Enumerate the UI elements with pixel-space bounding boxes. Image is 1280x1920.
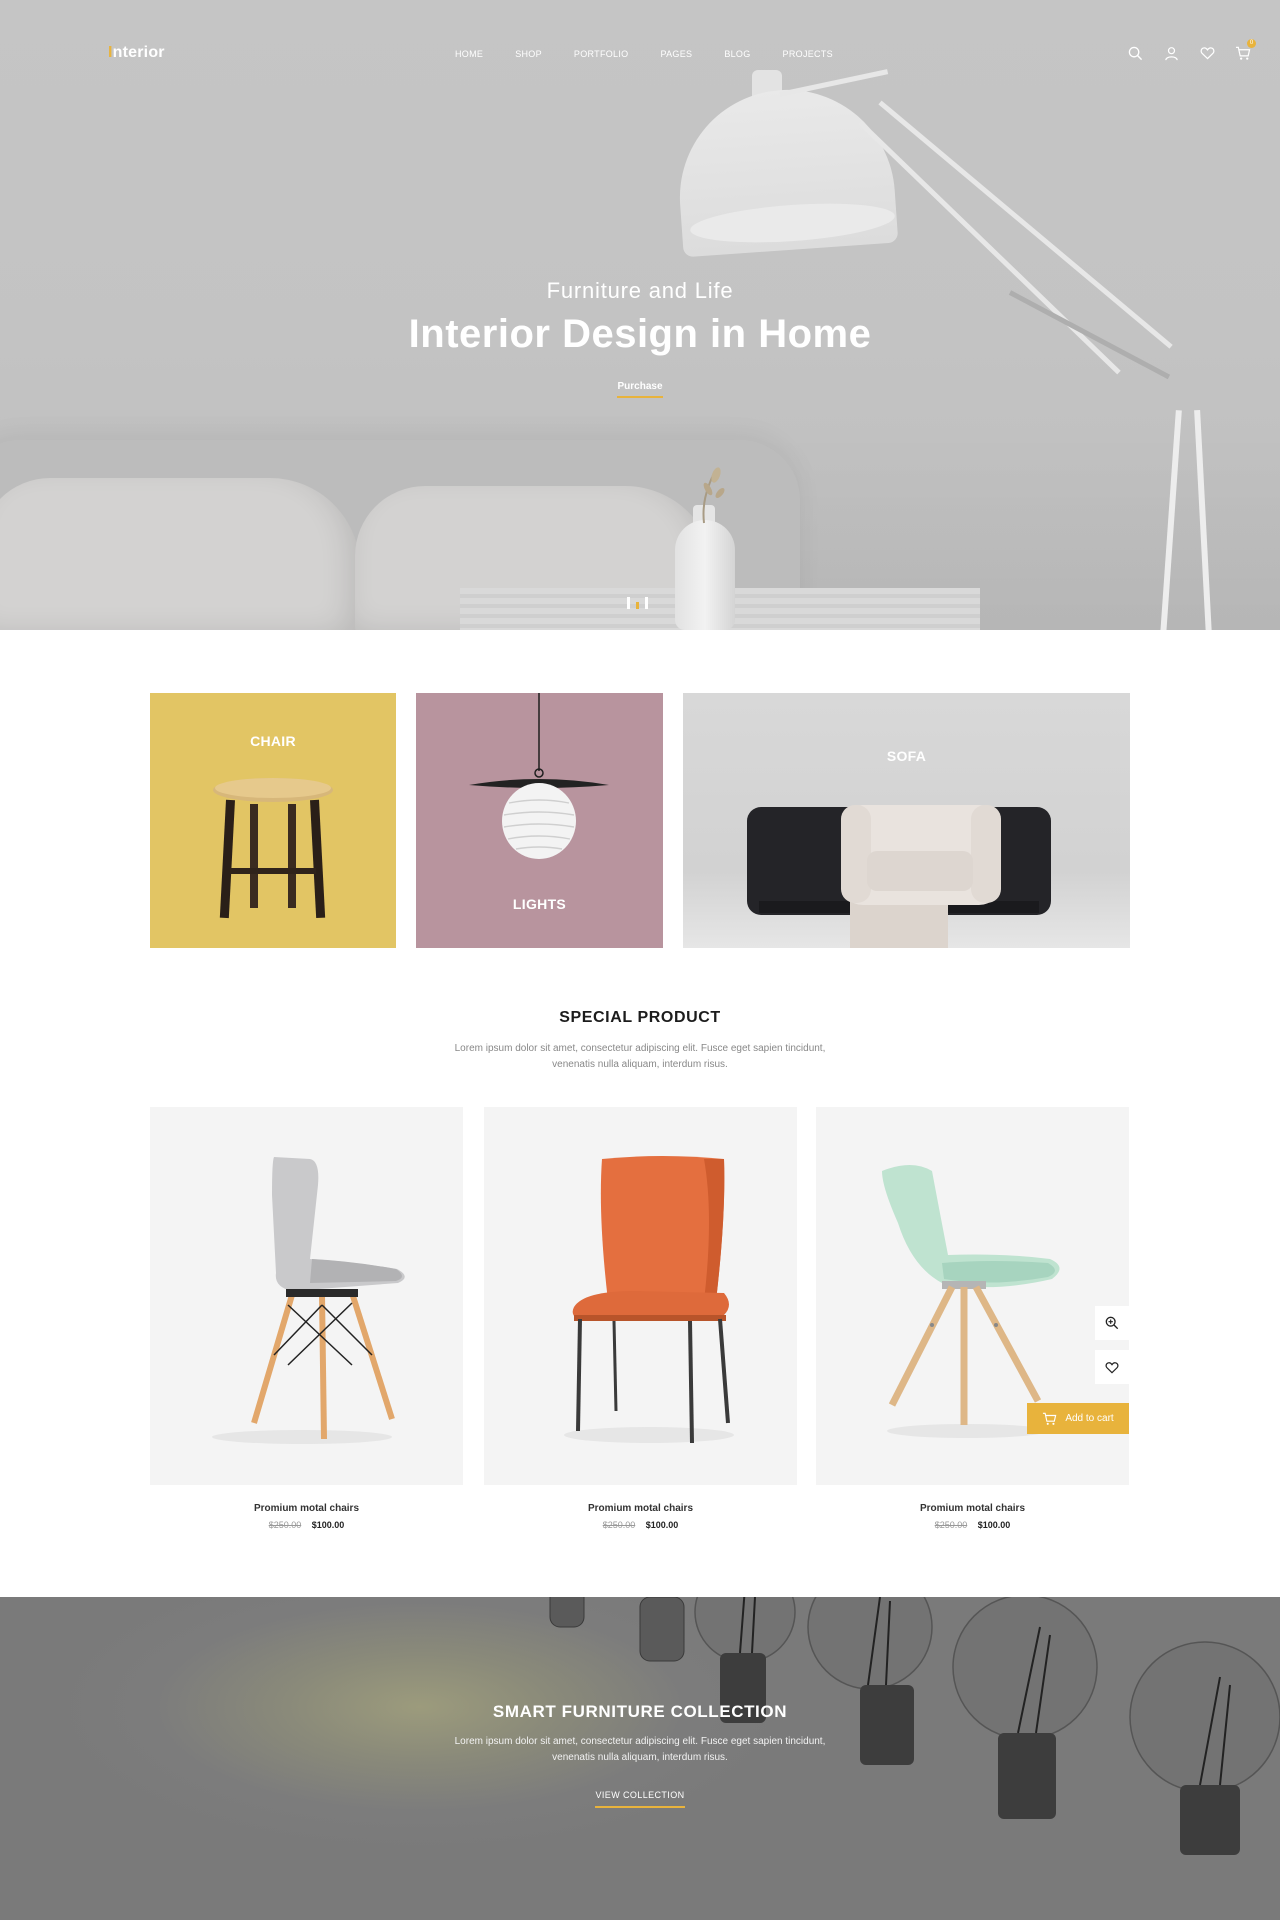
hero-pillow-left <box>0 478 360 630</box>
category-chair[interactable]: CHAIR <box>150 693 396 948</box>
menu-item-home[interactable]: HOME <box>455 49 483 59</box>
banner-desc-line-2: venenatis nulla aliquam, interdum risus. <box>552 1752 728 1763</box>
slider-dot-1[interactable] <box>627 597 630 609</box>
product-image-1[interactable] <box>150 1107 463 1485</box>
orange-chair-image <box>564 1156 734 1444</box>
category-lights[interactable]: LIGHTS <box>416 693 663 948</box>
purchase-button[interactable]: Purchase <box>617 381 663 398</box>
product-card-1: Promium motal chairs $250.00 $100.00 <box>150 1107 463 1530</box>
product-image-2[interactable] <box>484 1107 797 1485</box>
category-lights-label: LIGHTS <box>512 896 567 912</box>
logo-text: nterior <box>112 44 165 61</box>
cart-icon <box>1043 1412 1057 1425</box>
special-product-title: SPECIAL PRODUCT <box>559 1009 721 1026</box>
top-navigation: Interior HOME SHOP PORTFOLIO PAGES BLOG … <box>0 0 1280 110</box>
add-to-cart-label: Add to cart <box>1065 1413 1114 1424</box>
hero-title: Interior Design in Home <box>408 312 872 356</box>
product-price-1: $100.00 <box>311 1520 345 1530</box>
menu-item-blog[interactable]: BLOG <box>724 49 750 59</box>
product-name-1[interactable]: Promium motal chairs <box>150 1503 463 1514</box>
cart-icon[interactable]: 0 <box>1234 39 1256 62</box>
slider-dot-2[interactable] <box>636 602 639 609</box>
special-product-description: Lorem ipsum dolor sit amet, consectetur … <box>415 1041 865 1073</box>
product-card-2: Promium motal chairs $250.00 $100.00 <box>484 1107 797 1530</box>
product-old-price-2: $250.00 <box>602 1520 636 1530</box>
product-old-price-3: $250.00 <box>934 1520 968 1530</box>
hero-slider: Interior HOME SHOP PORTFOLIO PAGES BLOG … <box>0 0 1280 630</box>
heart-icon <box>1105 1361 1119 1374</box>
cart-count-badge: 0 <box>1247 39 1256 48</box>
product-prices-1: $250.00 $100.00 <box>150 1520 463 1530</box>
product-prices-3: $250.00 $100.00 <box>816 1520 1129 1530</box>
search-icon[interactable] <box>1126 44 1144 62</box>
light-bulbs-image <box>549 1597 1280 1855</box>
product-old-price-1: $250.00 <box>268 1520 302 1530</box>
product-name-3[interactable]: Promium motal chairs <box>816 1503 1129 1514</box>
banner-description: Lorem ipsum dolor sit amet, consectetur … <box>415 1734 865 1766</box>
user-icon[interactable] <box>1162 44 1180 62</box>
main-menu: HOME SHOP PORTFOLIO PAGES BLOG PROJECTS <box>455 49 865 59</box>
view-collection-button[interactable]: VIEW COLLECTION <box>595 1790 685 1808</box>
menu-item-portfolio[interactable]: PORTFOLIO <box>574 49 629 59</box>
header-icons: 0 <box>1126 39 1256 62</box>
product-card-3: Add to cart Promium motal chairs $250.00… <box>816 1107 1129 1530</box>
view-collection-wrapper: VIEW COLLECTION <box>0 1785 1280 1808</box>
product-prices-2: $250.00 $100.00 <box>484 1520 797 1530</box>
category-sofa[interactable]: SOFA <box>683 693 1130 948</box>
hero-content: Furniture and Life Interior Design in Ho… <box>0 278 1280 398</box>
product-image-3[interactable]: Add to cart <box>816 1107 1129 1485</box>
menu-item-projects[interactable]: PROJECTS <box>783 49 833 59</box>
category-chair-label: CHAIR <box>250 733 296 749</box>
armchair-image <box>747 805 1051 948</box>
menu-item-pages[interactable]: PAGES <box>660 49 692 59</box>
gray-chair-image <box>212 1157 405 1444</box>
quick-view-button[interactable] <box>1095 1306 1129 1340</box>
banner-desc-line-1: Lorem ipsum dolor sit amet, consectetur … <box>454 1736 826 1747</box>
hero-vase <box>675 520 735 630</box>
heart-icon[interactable] <box>1198 44 1216 62</box>
product-price-2: $100.00 <box>645 1520 679 1530</box>
menu-item-shop[interactable]: SHOP <box>515 49 542 59</box>
hero-branch <box>702 467 725 524</box>
pendant-lamp-image <box>469 693 609 859</box>
hero-subtitle: Furniture and Life <box>546 278 734 303</box>
special-product-desc-line-1: Lorem ipsum dolor sit amet, consectetur … <box>454 1043 826 1054</box>
special-product-desc-line-2: venenatis nulla aliquam, interdum risus. <box>552 1059 728 1070</box>
stool-image <box>213 778 333 919</box>
smart-collection-banner: SMART FURNITURE COLLECTION Lorem ipsum d… <box>0 1597 1280 1920</box>
wishlist-button[interactable] <box>1095 1350 1129 1384</box>
add-to-cart-button[interactable]: Add to cart <box>1027 1403 1129 1434</box>
banner-title: SMART FURNITURE COLLECTION <box>492 1702 788 1721</box>
zoom-icon <box>1105 1316 1119 1330</box>
mint-chair-image <box>882 1165 1060 1438</box>
product-price-3: $100.00 <box>977 1520 1011 1530</box>
product-name-2[interactable]: Promium motal chairs <box>484 1503 797 1514</box>
logo[interactable]: Interior <box>108 44 165 62</box>
slider-pagination <box>627 597 648 609</box>
category-sofa-label: SOFA <box>886 748 927 764</box>
slider-dot-3[interactable] <box>645 597 648 609</box>
